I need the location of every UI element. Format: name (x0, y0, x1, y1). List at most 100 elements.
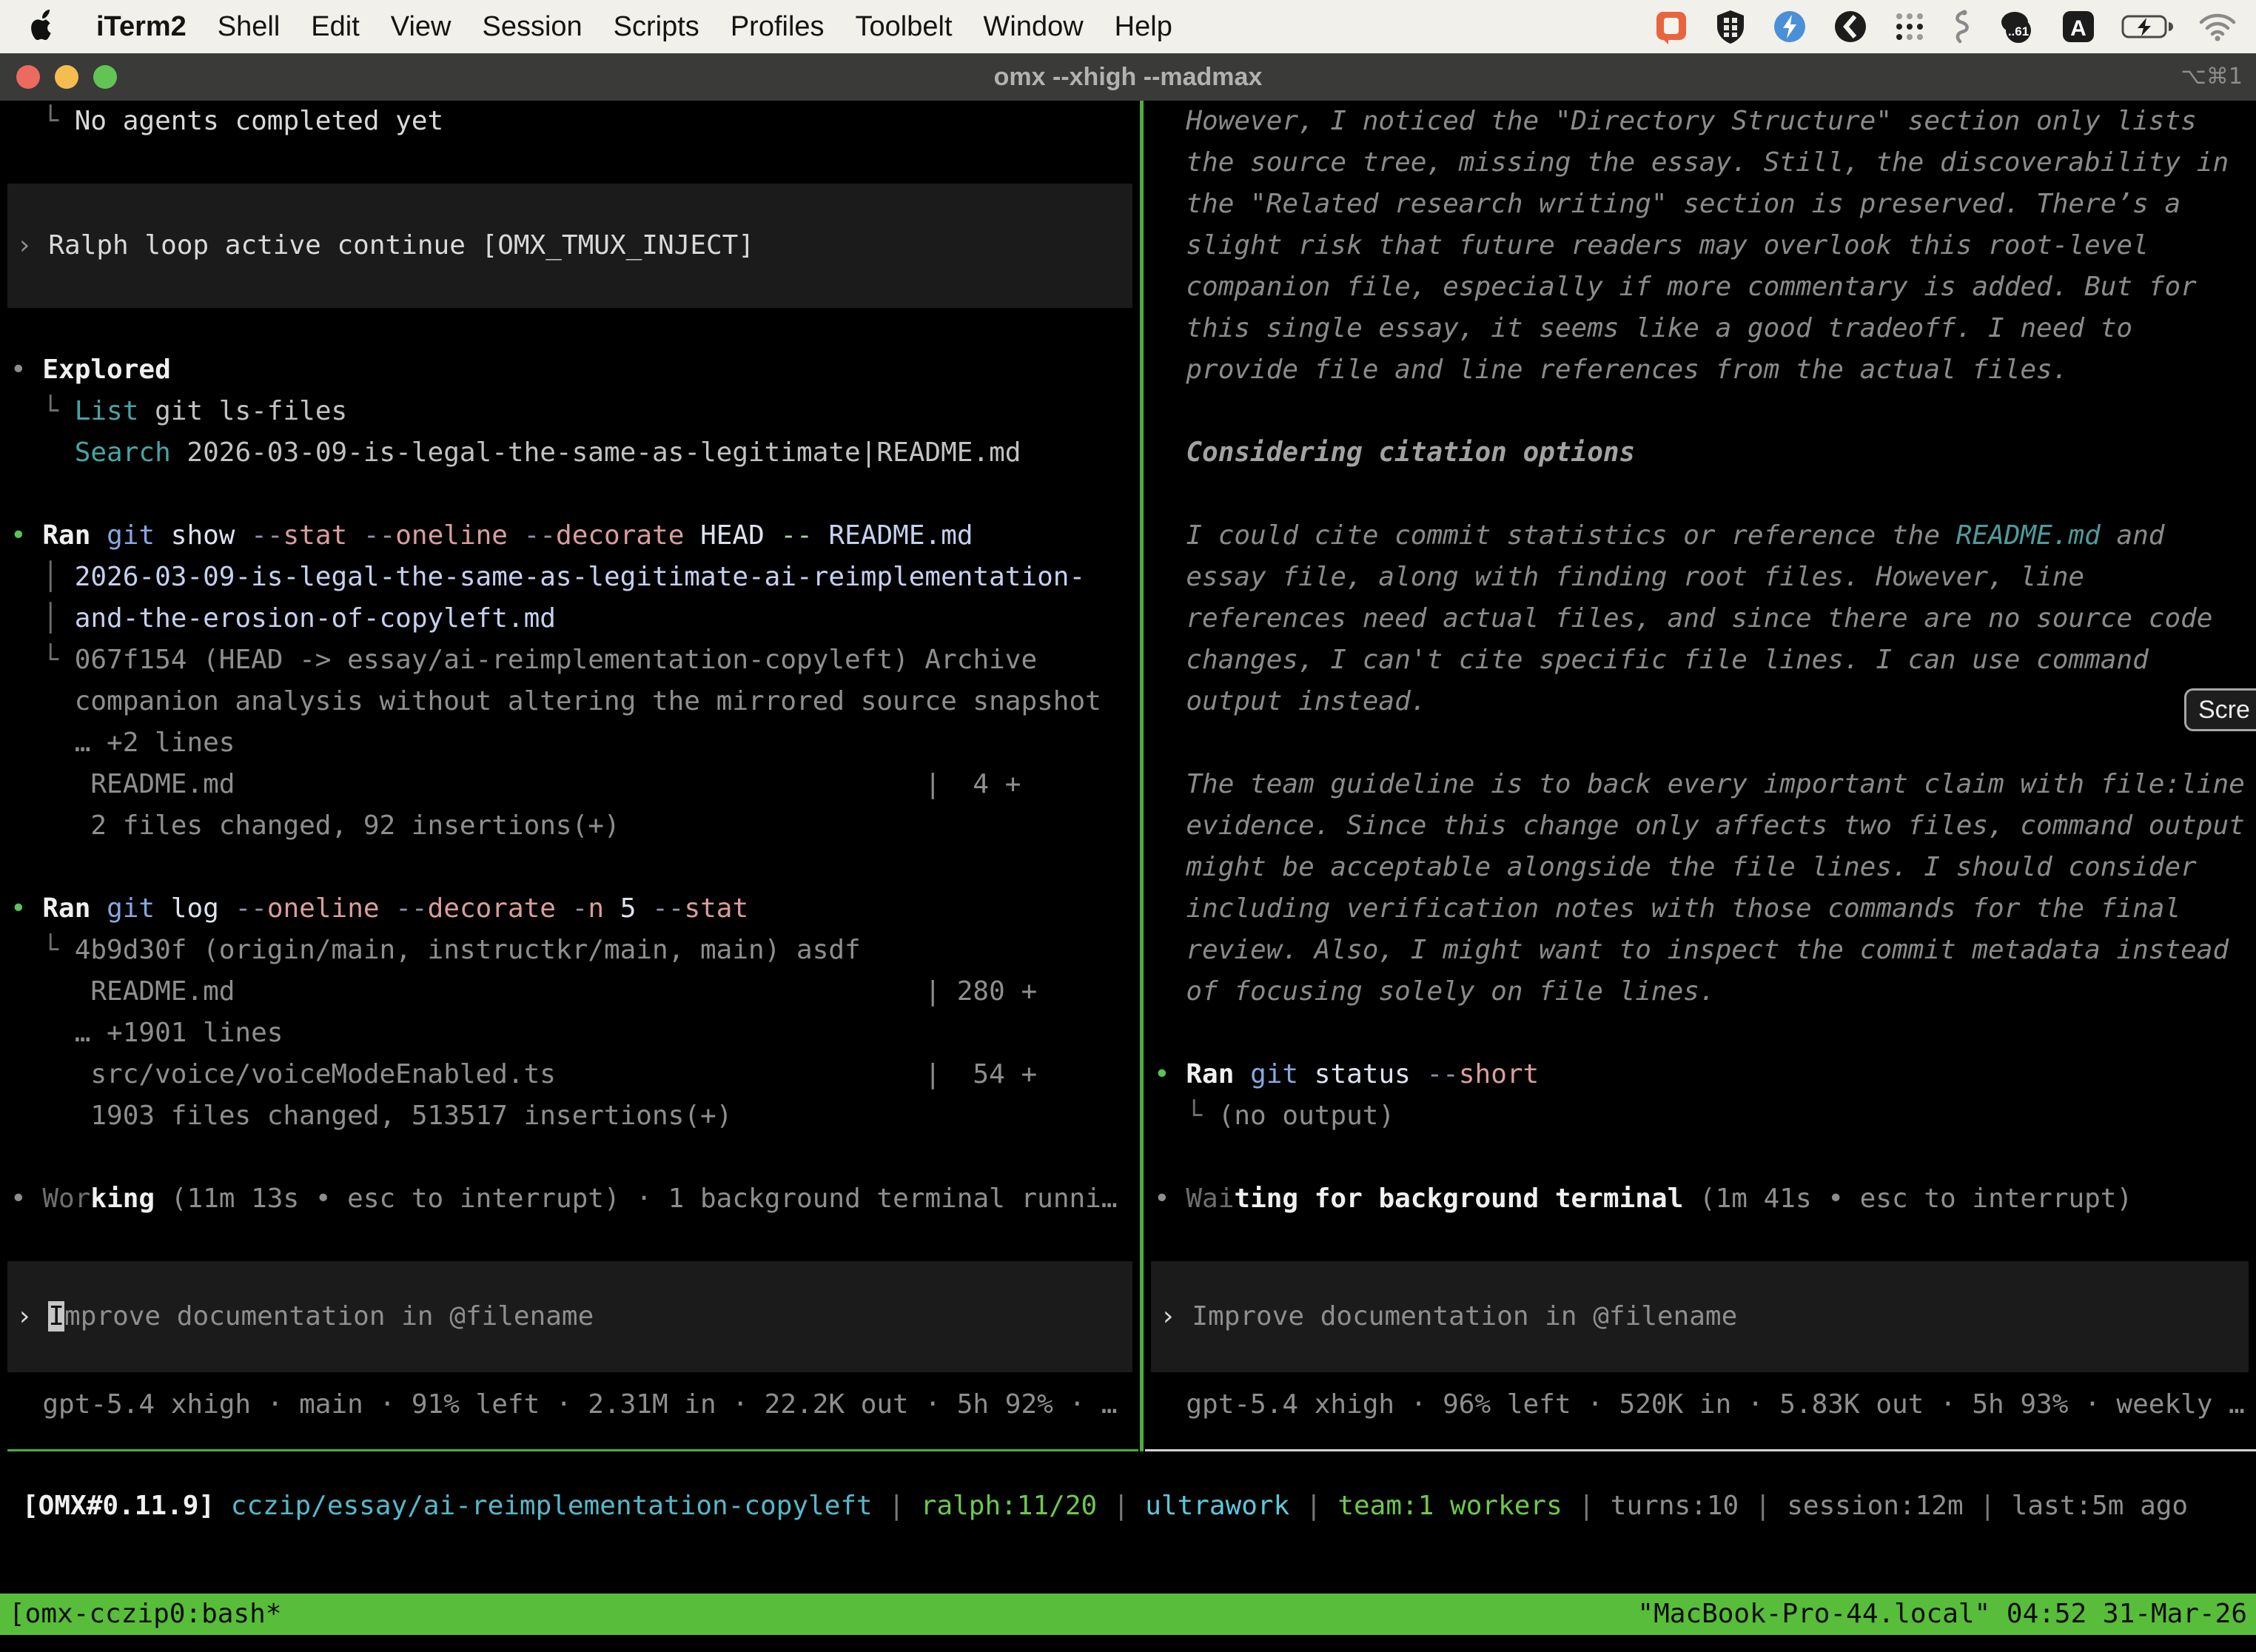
tmux-status-bar: [omx-cczip0:bash* "MacBook-Pro-44.local"… (0, 1594, 2256, 1635)
terminal-line: review. Also, I might want to inspect th… (1144, 930, 2256, 971)
terminal-line: README.md | 280 + (0, 971, 1140, 1013)
terminal-line: └ (no output) (1144, 1095, 2256, 1137)
terminal-line: └ No agents completed yet (0, 101, 1140, 142)
right-pane-bottom-border (1145, 1449, 2256, 1451)
terminal-line: │ and-the-erosion-of-copyleft.md (0, 598, 1140, 639)
terminal-line: › Ralph loop active continue [OMX_TMUX_I… (7, 225, 754, 266)
left-pane[interactable]: └ No agents completed yet › Ralph loop a… (0, 101, 1140, 1426)
tmux-host-clock: "MacBook-Pro-44.local" 04:52 31-Mar-26 (1637, 1594, 2247, 1635)
terminal[interactable]: └ No agents completed yet › Ralph loop a… (0, 101, 2256, 1652)
menu-item-view[interactable]: View (391, 11, 451, 43)
terminal-line: › Improve documentation in @filename (7, 1296, 594, 1337)
screen-tooltip-label: Scre (2198, 696, 2250, 725)
terminal-line: this single essay, it seems like a good … (1144, 308, 2256, 349)
terminal-line: [OMX#0.11.9] cczip/essay/ai-reimplementa… (12, 1485, 2256, 1527)
left-agent-log: • Explored └ List git ls-files Search 20… (0, 349, 1140, 1220)
terminal-line: 2 files changed, 92 insertions(+) (0, 805, 1140, 847)
dots-grid-icon[interactable] (1893, 10, 1926, 43)
terminal-line: companion analysis without altering the … (0, 681, 1140, 722)
menu-item-help[interactable]: Help (1115, 11, 1172, 43)
menu-status-icons: ..61 A (1654, 9, 2237, 44)
terminal-line (1144, 391, 2256, 432)
terminal-line (1144, 722, 2256, 764)
menu-item-session[interactable]: Session (482, 11, 582, 43)
window-title-bar[interactable]: omx --xhigh --madmax ⌥⌘1 (0, 53, 2256, 102)
left-pane-bottom-border (7, 1449, 1138, 1451)
window-title: omx --xhigh --madmax (0, 53, 2256, 101)
terminal-line: 1903 files changed, 513517 insertions(+) (0, 1095, 1140, 1137)
terminal-line: The team guideline is to back every impo… (1144, 764, 2256, 805)
terminal-line: gpt-5.4 xhigh · main · 91% left · 2.31M … (0, 1384, 1140, 1426)
menu-item-shell[interactable]: Shell (218, 11, 281, 43)
left-session-status: gpt-5.4 xhigh · main · 91% left · 2.31M … (0, 1384, 1140, 1426)
shield-keypad-icon[interactable] (1714, 9, 1747, 44)
right-input-box[interactable]: › Improve documentation in @filename (1151, 1261, 2249, 1372)
dark-chevron-icon[interactable] (1833, 9, 1868, 44)
menu-item-iterm2[interactable]: iTerm2 (96, 11, 187, 43)
battery-charging-icon[interactable] (2121, 13, 2173, 40)
agents-status-block: └ No agents completed yet (0, 101, 1140, 142)
terminal-line (0, 474, 1140, 515)
terminal-line: essay file, along with finding root file… (1144, 557, 2256, 598)
left-command-box[interactable]: › Ralph loop active continue [OMX_TMUX_I… (7, 184, 1132, 308)
terminal-line: I could cite commit statistics or refere… (1144, 515, 2256, 557)
terminal-line: › Improve documentation in @filename (1151, 1296, 1737, 1337)
badge-61-icon[interactable]: ..61 (1997, 9, 2035, 44)
terminal-line: the "Related research writing" section i… (1144, 184, 2256, 225)
terminal-line: Considering citation options (1144, 432, 2256, 474)
left-input-box[interactable]: › Improve documentation in @filename (7, 1261, 1132, 1372)
terminal-line: including verification notes with those … (1144, 888, 2256, 930)
menu-bar: iTerm2 Shell Edit View Session Scripts Profile… (0, 0, 2256, 53)
terminal-line: • Ran git show --stat --oneline --decora… (0, 515, 1140, 557)
omx-status-line: [OMX#0.11.9] cczip/essay/ai-reimplementa… (12, 1485, 2256, 1527)
terminal-line: └ 067f154 (HEAD -> essay/ai-reimplementa… (0, 639, 1140, 681)
terminal-line: companion file, especially if more comme… (1144, 266, 2256, 308)
terminal-line: gpt-5.4 xhigh · 96% left · 520K in · 5.8… (1144, 1384, 2256, 1426)
terminal-line: • Working (11m 13s • esc to interrupt) ·… (0, 1178, 1140, 1220)
terminal-line (1144, 474, 2256, 515)
menu-item-scripts[interactable]: Scripts (614, 11, 699, 43)
terminal-line: • Ran git status --short (1144, 1054, 2256, 1095)
terminal-line: … +2 lines (0, 722, 1140, 764)
terminal-line: references need actual files, and since … (1144, 598, 2256, 639)
tmux-session-label: [omx-cczip0:bash* (9, 1594, 281, 1635)
terminal-line: README.md | 4 + (0, 764, 1140, 805)
terminal-line: However, I noticed the "Directory Struct… (1144, 101, 2256, 142)
terminal-line (1144, 1137, 2256, 1178)
orange-capture-icon[interactable] (1654, 9, 1689, 44)
terminal-line: … +1901 lines (0, 1013, 1140, 1054)
apple-menu-icon[interactable] (28, 10, 58, 44)
terminal-line: • Waiting for background terminal (1m 41… (1144, 1178, 2256, 1220)
menu-item-edit[interactable]: Edit (311, 11, 359, 43)
terminal-line: src/voice/voiceModeEnabled.ts | 54 + (0, 1054, 1140, 1095)
terminal-line: Search 2026-03-09-is-legal-the-same-as-l… (0, 432, 1140, 474)
terminal-line: • Explored (0, 349, 1140, 391)
terminal-line (0, 1137, 1140, 1178)
terminal-line: of focusing solely on file lines. (1144, 971, 2256, 1013)
wifi-icon[interactable] (2198, 12, 2237, 41)
menu-item-profiles[interactable]: Profiles (731, 11, 825, 43)
screen-tooltip[interactable]: Scre (2184, 688, 2256, 731)
squiggle-icon[interactable] (1951, 9, 1972, 44)
tab-shortcut-hint: ⌥⌘1 (2181, 53, 2243, 101)
input-source-a-icon[interactable]: A (2061, 9, 2096, 44)
terminal-line: │ 2026-03-09-is-legal-the-same-as-legiti… (0, 557, 1140, 598)
blue-badge-icon[interactable] (1772, 9, 1807, 44)
terminal-line: slight risk that future readers may over… (1144, 225, 2256, 266)
terminal-line: └ List git ls-files (0, 391, 1140, 432)
right-session-status: gpt-5.4 xhigh · 96% left · 520K in · 5.8… (1144, 1384, 2256, 1426)
terminal-line: provide file and line references from th… (1144, 349, 2256, 391)
svg-text:..61: ..61 (2008, 24, 2029, 38)
terminal-line: output instead. (1144, 681, 2256, 722)
terminal-line (0, 847, 1140, 888)
right-pane[interactable]: However, I noticed the "Directory Struct… (1144, 101, 2256, 1426)
terminal-line: └ 4b9d30f (origin/main, instructkr/main,… (0, 930, 1140, 971)
right-agent-log: However, I noticed the "Directory Struct… (1144, 101, 2256, 1220)
menu-item-window[interactable]: Window (984, 11, 1084, 43)
app-menus: iTerm2 Shell Edit View Session Scripts Profile… (65, 11, 1172, 43)
menu-item-toolbelt[interactable]: Toolbelt (856, 11, 953, 43)
terminal-line: the source tree, missing the essay. Stil… (1144, 142, 2256, 184)
terminal-line (1144, 1013, 2256, 1054)
terminal-line: changes, I can't cite specific file line… (1144, 639, 2256, 681)
screen: iTerm2 Shell Edit View Session Scripts Profile… (0, 0, 2256, 1652)
